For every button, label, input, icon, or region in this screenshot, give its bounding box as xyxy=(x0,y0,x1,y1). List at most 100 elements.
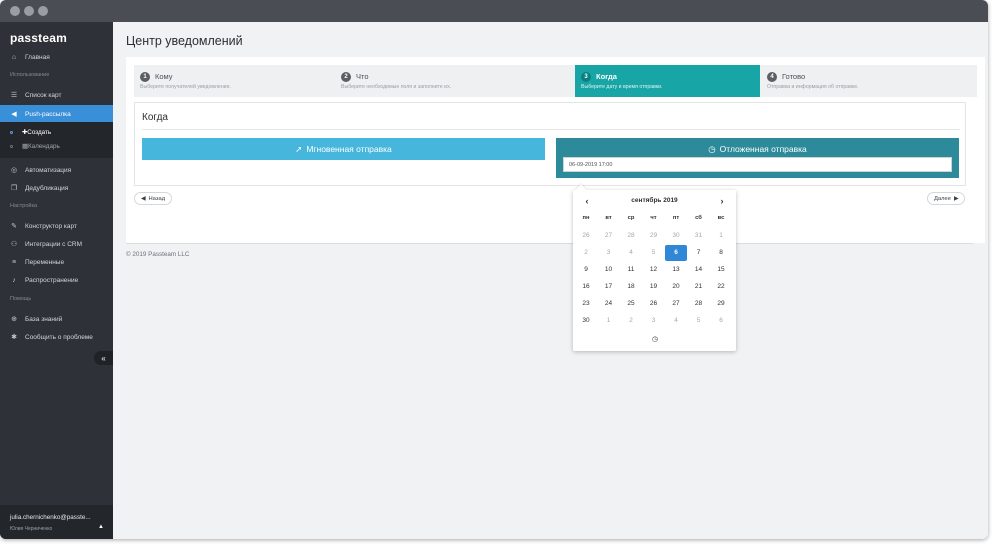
automation-icon: ◎ xyxy=(10,167,18,174)
sidebar-item-automation[interactable]: ◎ Автоматизация xyxy=(0,161,113,179)
calendar-day[interactable]: 2 xyxy=(575,245,597,261)
step-number: 1 xyxy=(140,72,150,82)
calendar-day[interactable]: 30 xyxy=(665,228,687,244)
step-number: 3 xyxy=(581,72,591,82)
calendar-day[interactable]: 15 xyxy=(710,262,732,278)
sidebar-item-crm[interactable]: ⚇ Интеграции с CRM xyxy=(0,235,113,253)
calendar-day[interactable]: 24 xyxy=(598,296,620,312)
calendar-day[interactable]: 30 xyxy=(575,313,597,329)
calendar-day[interactable]: 21 xyxy=(688,279,710,295)
subnav-item-label: Создать xyxy=(27,129,52,136)
calendar-day[interactable]: 26 xyxy=(643,296,665,312)
step-number: 4 xyxy=(767,72,777,82)
calendar-day[interactable]: 5 xyxy=(688,313,710,329)
calendar-day[interactable]: 12 xyxy=(643,262,665,278)
calendar-day[interactable]: 25 xyxy=(620,296,642,312)
calendar-day[interactable]: 3 xyxy=(598,245,620,261)
calendar-day[interactable]: 20 xyxy=(665,279,687,295)
calendar-day[interactable]: 18 xyxy=(620,279,642,295)
calendar-day[interactable]: 27 xyxy=(598,228,620,244)
step-2[interactable]: 2 Что Выберите необходимые поля и заполн… xyxy=(335,65,567,97)
close-window-button[interactable] xyxy=(10,6,20,16)
sidebar-item-label: Интеграции с CRM xyxy=(25,240,83,248)
sidebar-item-dedup[interactable]: ❐ Дедубликация xyxy=(0,179,113,197)
date-picker-popup: ‹ сентябрь 2019 › ◷ пн вт ср чт пт сб вс 26 27 28… xyxy=(573,184,736,351)
calendar-day[interactable]: 14 xyxy=(688,262,710,278)
sidebar-item-report-problem[interactable]: ✱ Сообщить о проблеме xyxy=(0,328,113,346)
sidebar-item-card-list[interactable]: ☰ Список карт xyxy=(0,86,113,104)
calendar-day[interactable]: 8 xyxy=(710,245,732,261)
step-4[interactable]: 4 Готово Отправка и информация об отправ… xyxy=(761,65,977,97)
back-button[interactable]: ◀ Назад xyxy=(134,192,173,205)
calendar-day[interactable]: 19 xyxy=(643,279,665,295)
calendar-day[interactable]: 6 xyxy=(665,245,687,261)
calendar-day[interactable]: 28 xyxy=(688,296,710,312)
calendar-day[interactable]: 11 xyxy=(620,262,642,278)
section-settings: Настройка xyxy=(10,203,38,209)
step-3[interactable]: 3 Когда Выберите дату и время отправки. xyxy=(575,65,760,97)
page-title: Центр уведомлений xyxy=(126,34,243,48)
sidebar-item-label: Дедубликация xyxy=(25,184,69,192)
sidebar-item-distribution[interactable]: ♪ Распространение xyxy=(0,271,113,289)
weekday-header: ср xyxy=(627,215,635,221)
calendar-day[interactable]: 13 xyxy=(665,262,687,278)
calendar-day[interactable]: 9 xyxy=(575,262,597,278)
divider xyxy=(142,129,960,130)
sidebar-item-knowledge-base[interactable]: ⊕ База знаний xyxy=(0,310,113,328)
calendar-day[interactable]: 17 xyxy=(598,279,620,295)
collapse-sidebar-button[interactable]: « xyxy=(94,351,113,365)
variables-icon: ≡ xyxy=(11,258,17,266)
sidebar-item-label: Главная xyxy=(25,53,50,61)
calendar-day[interactable]: 29 xyxy=(710,296,732,312)
sidebar-item-variables[interactable]: ≡ Переменные xyxy=(0,253,113,271)
minimize-window-button[interactable] xyxy=(24,6,34,16)
step-1[interactable]: 1 Кому Выберите получателей уведомления. xyxy=(134,65,334,97)
calendar-day[interactable]: 5 xyxy=(643,245,665,261)
calendar-day[interactable]: 31 xyxy=(688,228,710,244)
sidebar-item-home[interactable]: ⌂ Главная xyxy=(0,48,113,66)
calendar-day[interactable]: 22 xyxy=(710,279,732,295)
maximize-window-button[interactable] xyxy=(38,6,48,16)
calendar-day[interactable]: 4 xyxy=(665,313,687,329)
calendar-day[interactable]: 1 xyxy=(710,228,732,244)
calendar-day[interactable]: 4 xyxy=(620,245,642,261)
sidebar-item-push[interactable]: ◀ Push-рассылка xyxy=(0,105,113,123)
calendar-day[interactable]: 3 xyxy=(643,313,665,329)
deferred-send-label: Отложенная отправка xyxy=(719,144,807,154)
subnav-item-calendar[interactable]: ▦ Календарь xyxy=(10,143,60,150)
calendar-day[interactable]: 2 xyxy=(620,313,642,329)
time-picker-toggle-icon[interactable]: ◷ xyxy=(650,335,660,345)
sidebar-item-card-builder[interactable]: ✎ Конструктор карт xyxy=(0,217,113,235)
next-month-button[interactable]: › xyxy=(716,196,728,207)
sitemap-icon: ⚇ xyxy=(10,241,18,248)
step-title: Кому xyxy=(155,72,173,81)
title-bar xyxy=(0,0,988,22)
next-button[interactable]: Далее ▶ xyxy=(927,192,966,205)
calendar-day[interactable]: 28 xyxy=(620,228,642,244)
calendar-day[interactable]: 1 xyxy=(598,313,620,329)
calendar-day[interactable]: 27 xyxy=(665,296,687,312)
copyright: © 2019 Passteam LLC xyxy=(126,251,190,258)
prev-month-button[interactable]: ‹ xyxy=(581,196,593,207)
user-menu[interactable]: julia.chernichenko@passte... Юлия Чернич… xyxy=(0,505,113,539)
lifebuoy-icon: ⊕ xyxy=(11,316,17,323)
instant-send-button[interactable]: ➚ Мгновенная отправка xyxy=(142,138,545,160)
calendar-day[interactable]: 10 xyxy=(598,262,620,278)
caret-up-icon: ▲ xyxy=(98,524,104,530)
step-description: Отправка и информация об отправке. xyxy=(767,84,859,90)
calendar-day[interactable]: 7 xyxy=(688,245,710,261)
calendar-day[interactable]: 6 xyxy=(710,313,732,329)
bell-icon: ♪ xyxy=(12,276,16,284)
calendar-day[interactable]: 16 xyxy=(575,279,597,295)
calendar-day[interactable]: 26 xyxy=(575,228,597,244)
calendar-month-title[interactable]: сентябрь 2019 xyxy=(593,197,716,204)
brush-icon: ✎ xyxy=(11,223,17,230)
calendar-day[interactable]: 23 xyxy=(575,296,597,312)
subnav-item-create[interactable]: ✚ Создать xyxy=(10,129,51,136)
weekday-header: сб xyxy=(695,215,702,221)
sidebar-item-label: Push-рассылка xyxy=(25,110,71,118)
push-subnav: ✚ Создать ▦ Календарь xyxy=(0,122,113,158)
bullet-icon xyxy=(10,145,13,148)
calendar-day[interactable]: 29 xyxy=(643,228,665,244)
datetime-input[interactable] xyxy=(563,157,952,172)
